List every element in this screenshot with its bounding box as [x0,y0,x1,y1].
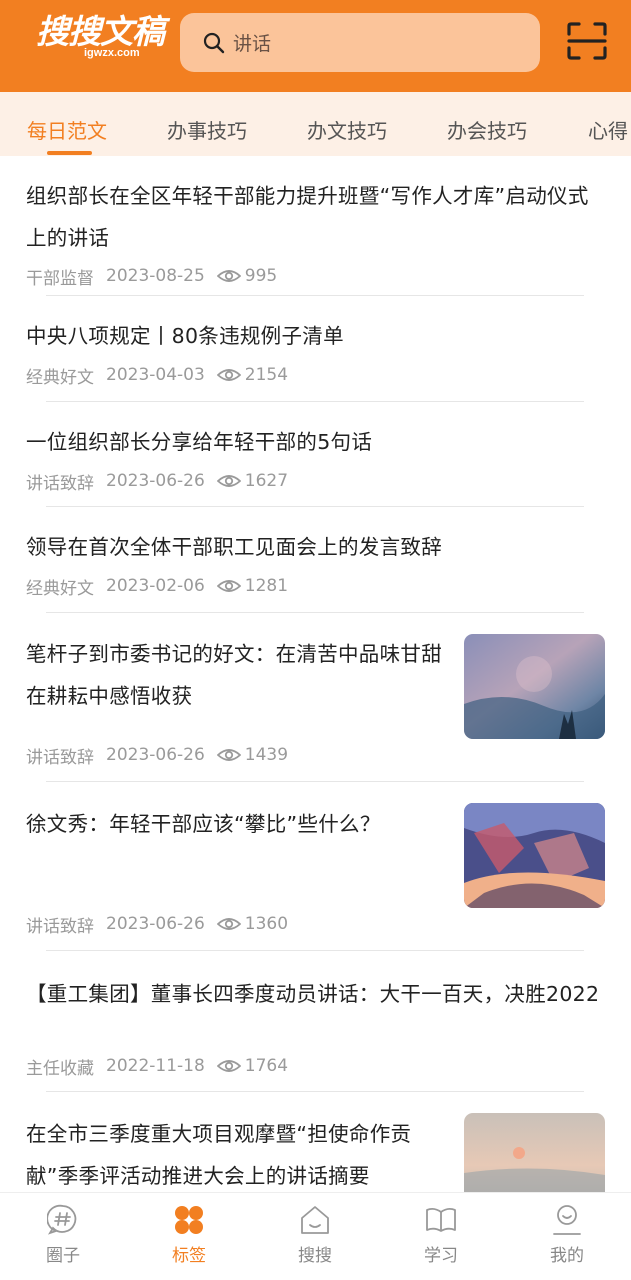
article-meta: 讲话致辞 2023-06-26 1360 [26,909,288,939]
list-item[interactable]: 一位组织部长分享给年轻干部的5句话 讲话致辞 2023-06-26 1627 [26,421,606,494]
article-date: 2023-06-26 [106,745,205,765]
nav-item-circle[interactable]: 圈子 [0,1193,126,1280]
eye-icon [216,918,241,930]
divider [46,506,584,507]
eye-icon [216,270,241,282]
article-category: 讲话致辞 [26,473,94,494]
article-date: 2023-06-26 [106,914,205,934]
article-views: 1439 [244,745,289,765]
nav-item-tags[interactable]: 标签 [126,1193,252,1280]
scan-icon[interactable] [567,22,607,60]
article-title: 【重工集团】董事长四季度动员讲话：大干一百天，决胜2022 [26,982,600,1006]
divider [46,612,584,613]
category-tabs: 每日范文 办事技巧 办文技巧 办会技巧 心得 [0,92,631,156]
four-petal-grid-icon [175,1206,203,1234]
article-title: 组织部长在全区年轻干部能力提升班暨“写作人才库”启动仪式上的讲话 [26,184,589,250]
article-date: 2023-08-25 [106,266,205,286]
list-item[interactable]: 组织部长在全区年轻干部能力提升班暨“写作人才库”启动仪式上的讲话 干部监督 20… [26,175,606,289]
article-category: 经典好文 [26,367,94,388]
nav-item-search[interactable]: 搜搜 [252,1193,378,1280]
top-header: 搜搜文稿 igwzx.com 讲话 [0,0,631,92]
article-category: 讲话致辞 [26,747,94,768]
article-category: 干部监督 [26,268,94,289]
article-thumbnail[interactable] [464,1113,605,1192]
article-meta: 讲话致辞 2023-06-26 1439 [26,740,288,770]
divider [46,401,584,402]
eye-icon [216,1060,241,1072]
article-title: 笔杆子到市委书记的好文：在清苦中品味甘甜 在耕耘中感悟收获 [26,642,442,708]
list-item[interactable]: 领导在首次全体干部职工见面会上的发言致辞 经典好文 2023-02-06 128… [26,526,606,599]
article-meta: 讲话致辞 2023-06-26 1627 [26,466,288,496]
tab-insights[interactable]: 心得 [588,92,628,156]
search-input[interactable]: 讲话 [233,29,271,56]
hashtag-chat-icon [47,1204,77,1235]
eye-icon [216,749,241,761]
article-views: 1764 [244,1056,289,1076]
article-meta: 经典好文 2023-02-06 1281 [26,571,288,601]
search-icon [203,32,225,53]
nav-label: 学习 [424,1246,458,1266]
list-item[interactable]: 【重工集团】董事长四季度动员讲话：大干一百天，决胜2022 主任收藏 2022-… [26,973,606,1079]
bottom-nav: 圈子 标签 搜搜 学习 我的 [0,1192,631,1280]
tab-meeting-tips[interactable]: 办会技巧 [447,92,527,156]
nav-label: 标签 [172,1246,206,1266]
article-title: 中央八项规定丨80条违规例子清单 [26,324,344,348]
article-date: 2023-06-26 [106,471,205,491]
list-item[interactable]: 中央八项规定丨80条违规例子清单 经典好文 2023-04-03 2154 [26,315,606,388]
nav-label: 我的 [550,1246,584,1266]
user-icon [553,1205,581,1235]
active-tab-indicator [47,151,92,155]
article-views: 1627 [244,471,289,491]
home-icon [301,1206,329,1234]
article-title: 一位组织部长分享给年轻干部的5句话 [26,430,373,454]
eye-icon [216,475,241,487]
tab-writing-tips[interactable]: 办文技巧 [307,92,387,156]
article-views: 1281 [244,576,289,596]
article-thumbnail[interactable] [464,634,605,739]
divider [46,1091,584,1092]
article-date: 2022-11-18 [106,1056,205,1076]
app-logo[interactable]: 搜搜文稿 igwzx.com [36,14,166,64]
tab-work-tips[interactable]: 办事技巧 [167,92,247,156]
article-date: 2023-02-06 [106,576,205,596]
article-meta: 经典好文 2023-04-03 2154 [26,360,288,390]
article-list: 组织部长在全区年轻干部能力提升班暨“写作人才库”启动仪式上的讲话 干部监督 20… [0,156,631,1192]
article-category: 主任收藏 [26,1058,94,1079]
article-title: 领导在首次全体干部职工见面会上的发言致辞 [26,535,442,559]
article-thumbnail[interactable] [464,803,605,908]
tab-daily-essay[interactable]: 每日范文 [27,92,107,156]
divider [46,295,584,296]
article-views: 1360 [244,914,289,934]
search-bar[interactable]: 讲话 [180,13,540,72]
article-views: 995 [244,266,278,286]
article-meta: 干部监督 2023-08-25 995 [26,261,277,291]
article-category: 讲话致辞 [26,916,94,937]
nav-label: 圈子 [46,1246,80,1266]
article-meta: 主任收藏 2022-11-18 1764 [26,1051,288,1081]
article-date: 2023-04-03 [106,365,205,385]
logo-text: 搜搜文稿 [36,12,165,51]
eye-icon [216,580,241,592]
article-title: 在全市三季度重大项目观摩暨“担使命作贡献”季季评活动推进大会上的讲话摘要 [26,1122,412,1188]
nav-item-study[interactable]: 学习 [378,1193,504,1280]
divider [46,781,584,782]
divider [46,950,584,951]
open-book-icon [426,1207,456,1232]
article-title: 徐文秀：年轻干部应该“攀比”些什么？ [26,812,381,836]
article-views: 2154 [244,365,289,385]
nav-item-mine[interactable]: 我的 [504,1193,630,1280]
article-category: 经典好文 [26,578,94,599]
eye-icon [216,369,241,381]
nav-label: 搜搜 [298,1246,332,1266]
